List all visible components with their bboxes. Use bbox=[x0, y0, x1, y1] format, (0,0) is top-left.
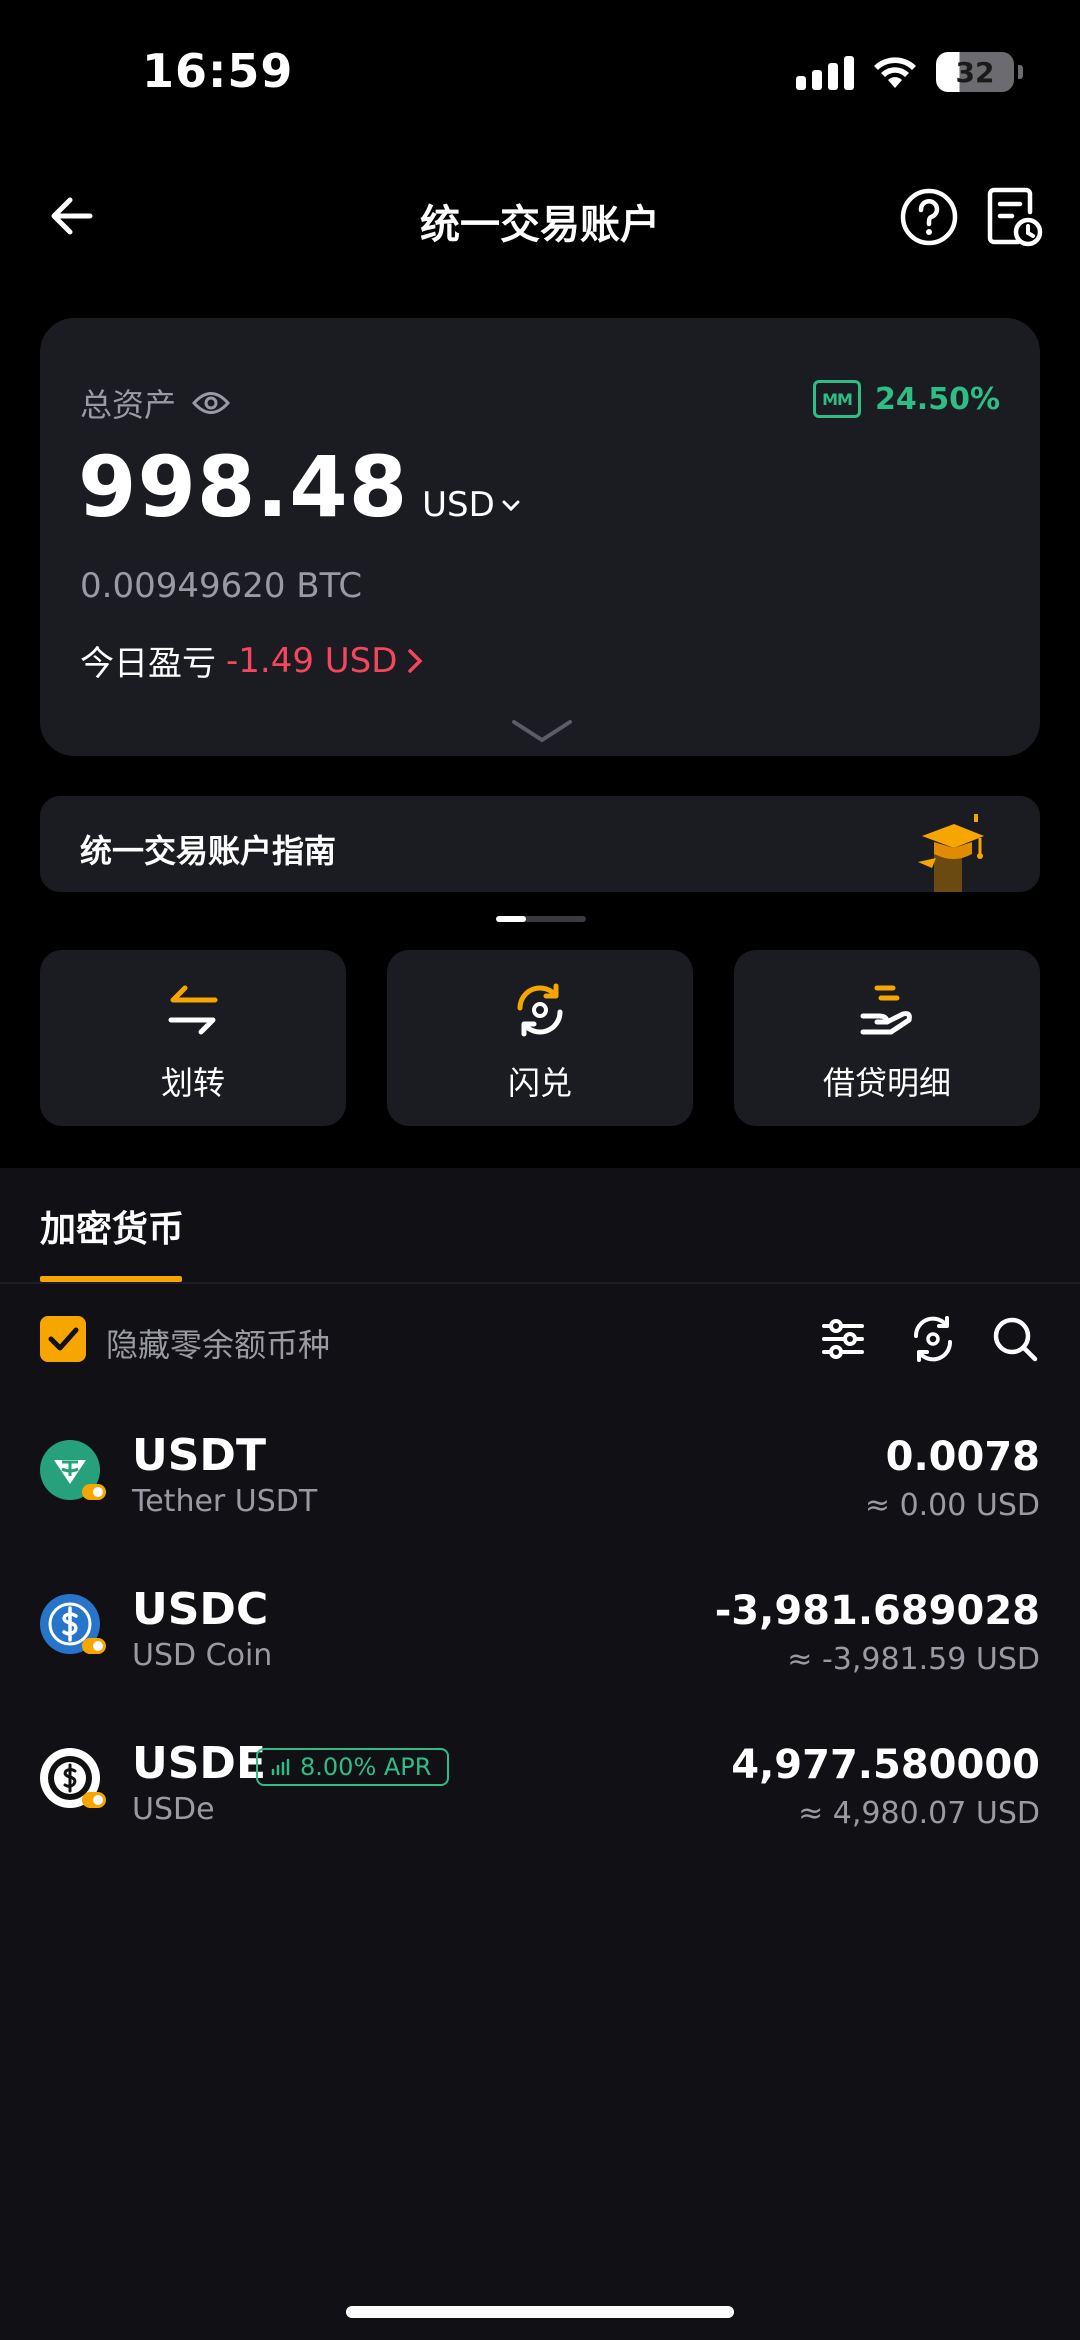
home-indicator bbox=[346, 2306, 734, 2318]
total-asset-card[interactable]: 总资产 MM 24.50% 998.48 USD 0.00949620 BTC … bbox=[40, 318, 1040, 756]
coin-amount: 4,977.580000 bbox=[731, 1742, 1040, 1788]
total-asset-amount-row: 998.48 USD bbox=[78, 438, 521, 536]
coin-symbol: USDC bbox=[132, 1584, 269, 1635]
total-asset-label-row: 总资产 bbox=[80, 380, 231, 426]
total-asset-amount: 998.48 bbox=[78, 438, 409, 536]
account-summary-section: 总资产 MM 24.50% 998.48 USD 0.00949620 BTC … bbox=[0, 288, 1080, 1168]
swap-icon bbox=[517, 983, 563, 1037]
guide-title: 统一交易账户指南 bbox=[80, 832, 337, 870]
chevron-down-icon bbox=[502, 500, 520, 512]
signal-icon bbox=[796, 54, 854, 90]
transfer-arrows-icon bbox=[168, 985, 218, 1035]
coin-row-usde[interactable]: USDE 8.00% APR USDe 4,977.580000 ≈ 4,980… bbox=[0, 1736, 1080, 1836]
coin-amount: 0.0078 bbox=[885, 1434, 1040, 1480]
margin-ratio[interactable]: MM 24.50% bbox=[813, 380, 1000, 418]
coin-usd-value: ≈ -3,981.59 USD bbox=[787, 1642, 1040, 1677]
status-icons: 32 bbox=[796, 52, 1023, 92]
filter-sliders-icon[interactable] bbox=[818, 1314, 868, 1364]
coin-row-usdc[interactable]: USDC USD Coin -3,981.689028 ≈ -3,981.59 … bbox=[0, 1582, 1080, 1682]
transfer-button[interactable]: 划转 bbox=[40, 950, 346, 1126]
chevron-right-icon bbox=[408, 648, 423, 673]
swap-label: 闪兑 bbox=[507, 1064, 572, 1102]
btc-equivalent: 0.00949620 BTC bbox=[80, 566, 363, 606]
question-circle-icon[interactable] bbox=[898, 186, 960, 248]
banner-pager bbox=[496, 916, 586, 922]
currency-label: USD bbox=[422, 485, 495, 525]
tab-crypto[interactable]: 加密货币 bbox=[40, 1200, 184, 1252]
today-pnl[interactable]: 今日盈亏 -1.49 USD bbox=[80, 636, 423, 685]
wifi-icon bbox=[874, 57, 916, 88]
pnl-value: -1.49 USD bbox=[226, 640, 398, 681]
document-clock-icon[interactable] bbox=[984, 186, 1044, 250]
hide-zero-checkbox[interactable] bbox=[40, 1316, 86, 1362]
transfer-label: 划转 bbox=[160, 1064, 225, 1102]
coin-symbol: USDT bbox=[132, 1430, 266, 1481]
coin-name: USDe bbox=[132, 1792, 215, 1827]
bar-chart-icon bbox=[271, 1758, 290, 1776]
coin-usd-value: ≈ 0.00 USD bbox=[864, 1488, 1040, 1523]
battery-level: 32 bbox=[955, 55, 995, 89]
loan-details-button[interactable]: 借贷明细 bbox=[734, 950, 1040, 1126]
pager-thumb bbox=[496, 916, 526, 922]
apr-badge[interactable]: 8.00% APR bbox=[256, 1748, 450, 1786]
convert-icon[interactable] bbox=[908, 1314, 958, 1364]
loan-hand-icon bbox=[860, 985, 912, 1035]
search-icon[interactable] bbox=[990, 1314, 1040, 1364]
status-time: 16:59 bbox=[142, 44, 294, 98]
coin-name: Tether USDT bbox=[132, 1484, 318, 1519]
currency-selector[interactable]: USD bbox=[422, 485, 521, 525]
eye-icon[interactable] bbox=[192, 390, 231, 416]
battery-icon: 32 bbox=[936, 52, 1023, 92]
usde-icon bbox=[40, 1748, 106, 1808]
account-guide-banner[interactable]: 统一交易账户指南 bbox=[40, 796, 1040, 892]
coin-name: USD Coin bbox=[132, 1638, 273, 1673]
asset-tabs: 加密货币 bbox=[0, 1168, 1080, 1284]
total-asset-label: 总资产 bbox=[80, 386, 177, 424]
coin-amount: -3,981.689028 bbox=[714, 1588, 1040, 1634]
hide-zero-label[interactable]: 隐藏零余额币种 bbox=[106, 1320, 330, 1366]
swap-button[interactable]: 闪兑 bbox=[387, 950, 693, 1126]
checkmark-icon bbox=[48, 1327, 79, 1351]
filter-row: 隐藏零余额币种 bbox=[0, 1310, 1080, 1370]
coin-usd-value: ≈ 4,980.07 USD bbox=[798, 1796, 1040, 1831]
pnl-value-wrap: -1.49 USD bbox=[226, 641, 423, 681]
coin-symbol: USDE bbox=[132, 1738, 266, 1789]
usdc-icon bbox=[40, 1594, 106, 1654]
tab-underline bbox=[40, 1276, 182, 1282]
graduation-cap-icon bbox=[918, 814, 984, 892]
coin-row-usdt[interactable]: USDT Tether USDT 0.0078 ≈ 0.00 USD bbox=[0, 1428, 1080, 1528]
tether-icon bbox=[40, 1440, 106, 1500]
status-bar: 16:59 32 bbox=[0, 0, 1080, 150]
action-tiles: 划转 闪兑 借贷明细 bbox=[40, 950, 1040, 1126]
nav-bar: 统一交易账户 bbox=[0, 150, 1080, 288]
expand-chevron-icon[interactable] bbox=[510, 718, 574, 744]
mm-badge: MM bbox=[813, 380, 862, 418]
apr-value: 8.00% APR bbox=[300, 1753, 432, 1781]
pnl-label: 今日盈亏 bbox=[80, 644, 216, 684]
mm-value: 24.50% bbox=[875, 381, 1000, 417]
loan-details-label: 借贷明细 bbox=[822, 1064, 951, 1102]
